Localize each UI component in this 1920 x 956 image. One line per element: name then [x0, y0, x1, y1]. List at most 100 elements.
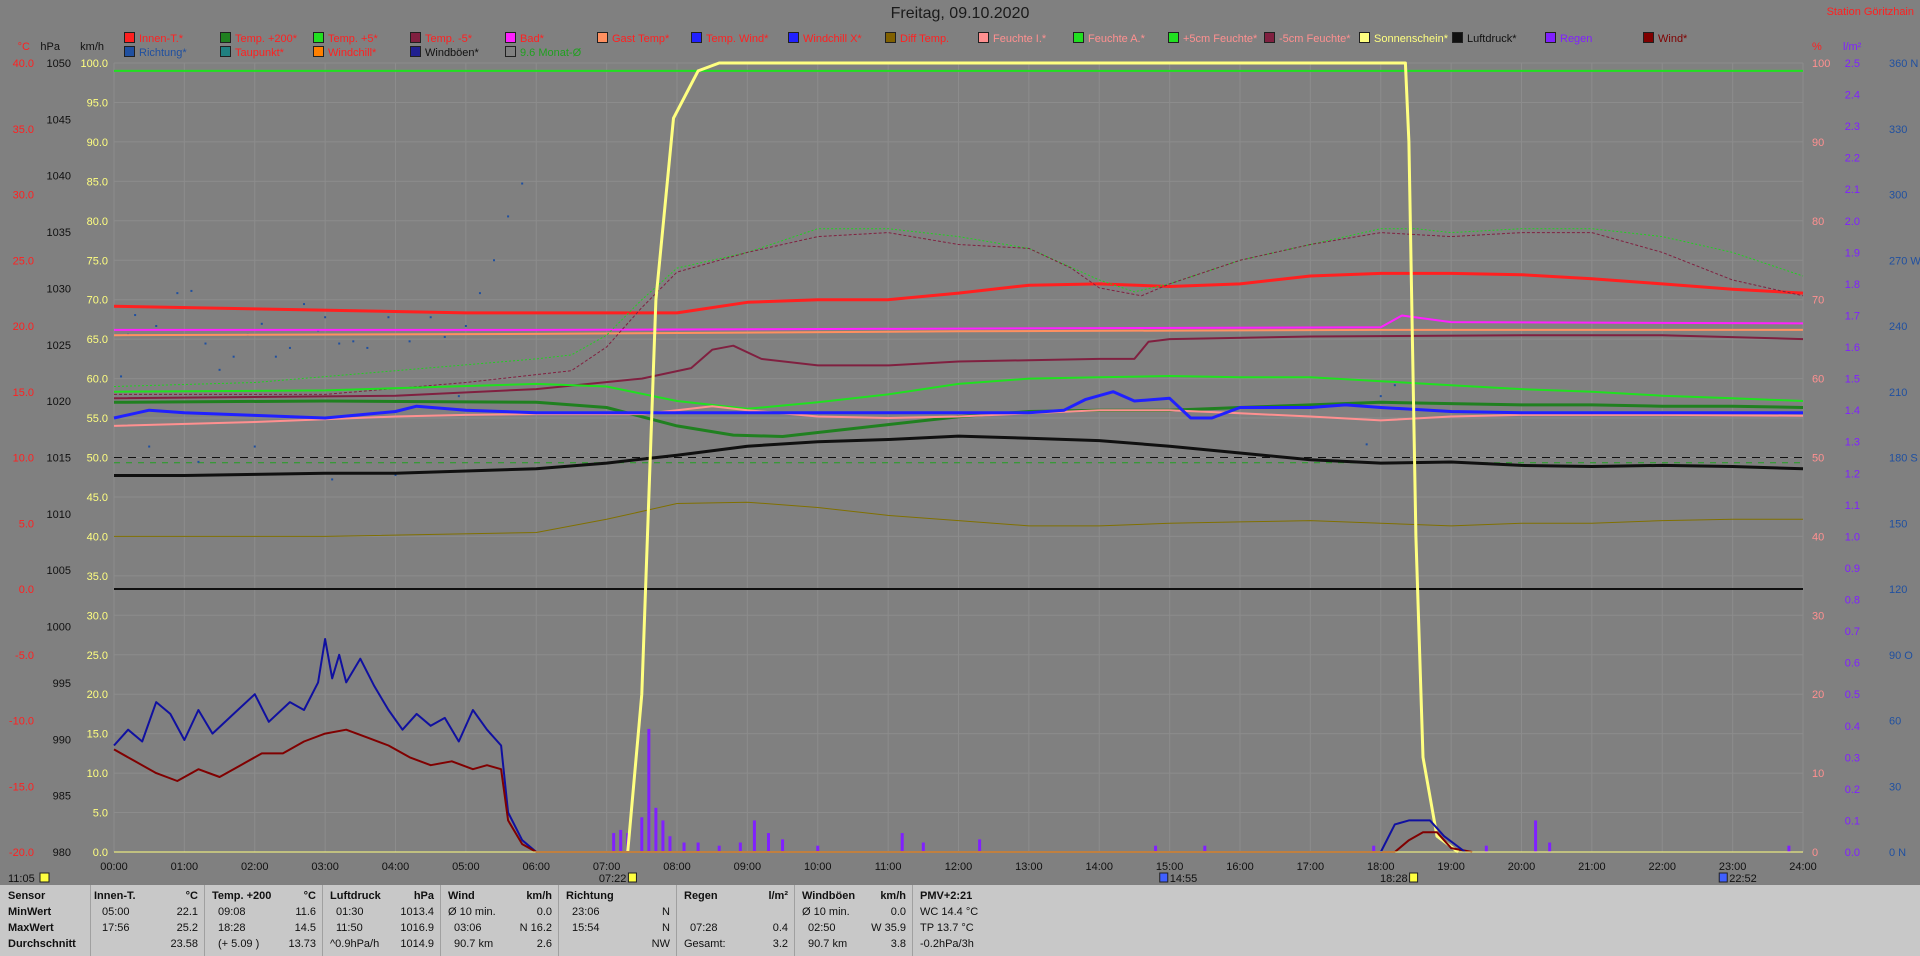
moon-time-label: 14:55 — [1170, 873, 1198, 885]
summary-regen-header: Regen — [684, 890, 718, 902]
direction-tick-label: 300 — [1889, 190, 1907, 202]
summary-min-label: MinWert — [8, 906, 52, 918]
summary-regen-unit: l/m² — [768, 890, 788, 902]
direction-tick-label: 150 — [1889, 518, 1907, 530]
rain-tick-label: 2.4 — [1845, 90, 1860, 102]
kmh-tick-label: 85.0 — [87, 176, 108, 188]
x-tick-label: 03:00 — [311, 861, 339, 873]
summary-luftdruck-max-time: 11:50 — [336, 922, 363, 934]
legend-label: Diff Temp. — [900, 33, 950, 45]
rain-bar — [682, 842, 686, 852]
kmh-tick-label: 50.0 — [87, 453, 108, 465]
temp-tick-label: 30.0 — [13, 190, 34, 202]
kmh-tick-label: 35.0 — [87, 571, 108, 583]
summary-innen-min-value: 22.1 — [176, 906, 198, 918]
rain-tick-label: 2.1 — [1845, 184, 1860, 196]
kmh-tick-label: 10.0 — [87, 768, 108, 780]
direction-dot — [324, 316, 327, 319]
legend-label: Windchill X* — [803, 33, 862, 45]
direction-dot — [457, 395, 460, 398]
legend-item: Richtung* — [124, 46, 187, 60]
temp-tick-label: -5.0 — [15, 650, 34, 662]
legend-label: Wind* — [1658, 33, 1688, 45]
summary-regen-total-label: Gesamt: — [684, 938, 726, 950]
summary-luftdruck-unit: hPa — [413, 890, 434, 902]
temp-tick-label: -15.0 — [9, 781, 34, 793]
legend-label: 9.6 Monat-Ø — [520, 47, 582, 59]
legend-item: Windchill* — [313, 46, 376, 60]
direction-dot — [253, 445, 256, 448]
temp-tick-label: 10.0 — [13, 453, 34, 465]
summary-wind-max-value: N 16.2 — [519, 922, 552, 934]
hpa-tick-label: 1040 — [47, 171, 71, 183]
rain-tick-label: 0.3 — [1845, 752, 1860, 764]
rain-tick-label: 0.2 — [1845, 784, 1860, 796]
summary-innen-avg-value: 23.58 — [170, 938, 198, 950]
legend-item: Gast Temp* — [597, 32, 669, 46]
summary-pmv-column: PMV+2:21 WC 14.4 °C TP 13.7 °C -0.2hPa/3… — [920, 888, 1040, 952]
direction-dot — [429, 316, 432, 319]
summary-pmv-windchill: WC 14.4 °C — [920, 906, 979, 918]
summary-wind-header: Wind — [448, 890, 475, 902]
summary-separator — [558, 885, 559, 956]
hpa-tick-label: 1045 — [47, 114, 71, 126]
temp-tick-label: -20.0 — [9, 847, 34, 859]
legend-swatch — [410, 46, 421, 57]
rain-bar — [661, 820, 665, 852]
rain-bar — [696, 842, 700, 852]
direction-dot — [204, 342, 207, 345]
legend-label: Temp. Wind* — [706, 33, 769, 45]
direction-tick-label: 240 — [1889, 321, 1907, 333]
humidity-tick-label: 20 — [1812, 689, 1824, 701]
summary-temp200-avg-note: (+ 5.09 ) — [218, 938, 260, 950]
rain-tick-label: 1.8 — [1845, 279, 1860, 291]
humidity-tick-label: 90 — [1812, 137, 1824, 149]
legend-swatch — [1168, 32, 1179, 43]
legend-label: Luftdruck* — [1467, 33, 1517, 45]
summary-temp200-header: Temp. +200 — [212, 890, 272, 902]
humidity-tick-label: 40 — [1812, 531, 1824, 543]
x-tick-label: 17:00 — [1297, 861, 1325, 873]
sunrise-time-label: 07:22 — [599, 873, 627, 885]
direction-dot — [218, 368, 221, 371]
kmh-tick-label: 40.0 — [87, 531, 108, 543]
temp-tick-label: 25.0 — [13, 255, 34, 267]
legend-item: Temp. -5* — [410, 32, 472, 46]
direction-dot — [288, 346, 291, 349]
kmh-tick-label: 60.0 — [87, 374, 108, 386]
legend-item: 9.6 Monat-Ø — [505, 46, 581, 60]
legend-label: Innen-T.* — [139, 33, 184, 45]
hpa-tick-label: 1005 — [47, 565, 71, 577]
legend-swatch — [885, 32, 896, 43]
x-tick-label: 00:00 — [100, 861, 128, 873]
legend-item: Innen-T.* — [124, 32, 183, 46]
direction-tick-label: 60 — [1889, 716, 1901, 728]
summary-innen-max-value: 25.2 — [176, 922, 198, 934]
x-tick-label: 16:00 — [1226, 861, 1254, 873]
direction-dot — [387, 316, 390, 319]
legend-swatch — [124, 46, 135, 57]
rain-tick-label: 2.2 — [1845, 153, 1860, 165]
direction-dot — [120, 375, 123, 378]
direction-tick-label: 90 O — [1889, 650, 1913, 662]
x-tick-label: 05:00 — [452, 861, 480, 873]
summary-regen-max-value: 0.4 — [772, 922, 788, 934]
summary-pmv-header: PMV+2:21 — [920, 890, 973, 902]
hpa-tick-label: 1030 — [47, 283, 71, 295]
summary-regen-column: Regen l/m² 07:28 0.4 Gesamt: 3.2 — [684, 888, 788, 952]
rain-tick-label: 1.1 — [1845, 500, 1860, 512]
rain-tick-label: 1.7 — [1845, 310, 1860, 322]
direction-dot — [148, 445, 151, 448]
hpa-tick-label: 995 — [53, 678, 71, 690]
summary-richtung-header: Richtung — [566, 890, 614, 902]
summary-temp200-column: Temp. +200 °C 09:08 11.6 18:28 14.5 (+ 5.09… — [212, 888, 316, 952]
direction-tick-label: 120 — [1889, 584, 1907, 596]
rain-tick-label: 1.5 — [1845, 374, 1860, 386]
legend-swatch — [1545, 32, 1556, 43]
humidity-tick-label: 60 — [1812, 374, 1824, 386]
direction-dot — [197, 460, 200, 463]
summary-richtung-column: Richtung 23:06 N 15:54 N NW — [566, 888, 670, 952]
temp-tick-label: 5.0 — [19, 518, 34, 530]
summary-richtung-avg-value: NW — [651, 938, 670, 950]
temp-tick-label: 15.0 — [13, 387, 34, 399]
